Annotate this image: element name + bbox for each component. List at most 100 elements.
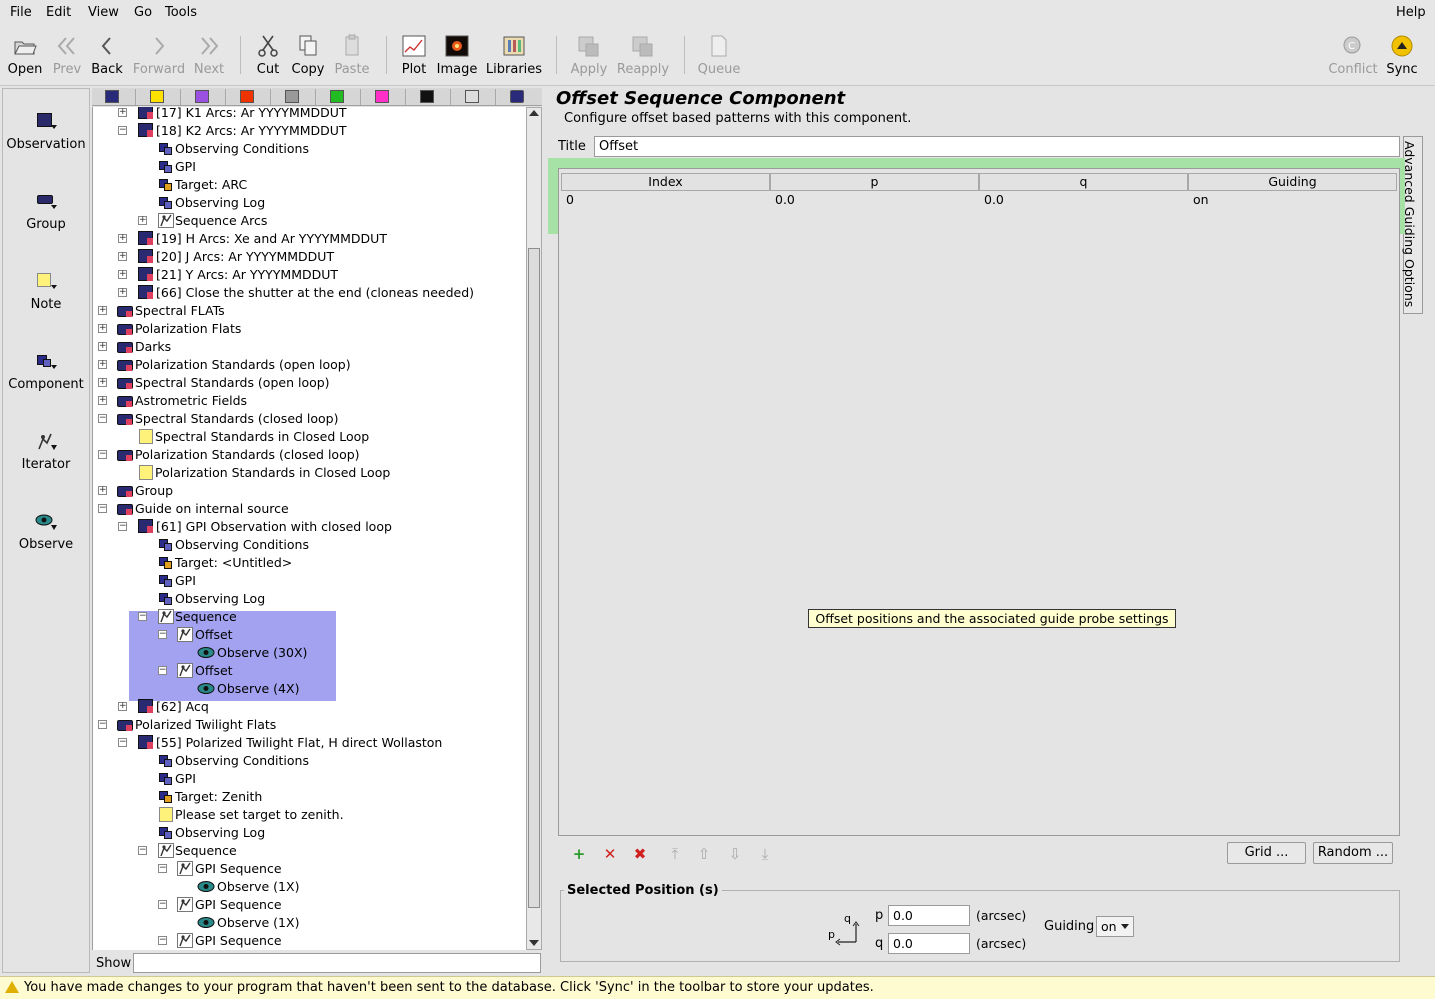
libraries-button[interactable]: Libraries xyxy=(484,26,544,84)
expand-icon[interactable]: + xyxy=(98,396,107,405)
expand-icon[interactable]: + xyxy=(98,306,107,315)
tree-node[interactable]: GPI xyxy=(93,770,523,788)
add-icon[interactable]: + xyxy=(571,846,587,862)
random-button[interactable]: Random ... xyxy=(1313,842,1393,864)
scroll-up-icon[interactable] xyxy=(529,110,539,116)
filter-gray-button[interactable] xyxy=(272,89,316,105)
tree-node[interactable]: + Spectral FLATs xyxy=(93,302,523,320)
tree-node[interactable]: Target: <Untitled> xyxy=(93,554,523,572)
expand-icon[interactable]: + xyxy=(118,252,127,261)
move-down-icon[interactable]: ⇩ xyxy=(727,846,743,862)
expand-icon[interactable]: + xyxy=(98,486,107,495)
palette-note[interactable]: Note xyxy=(3,271,89,312)
collapse-icon[interactable]: − xyxy=(158,630,167,639)
tree-node[interactable]: − Sequence xyxy=(93,842,523,860)
tree-node[interactable]: Observing Log xyxy=(93,194,523,212)
column-header-index[interactable]: Index xyxy=(561,173,770,191)
tree-node[interactable]: Observing Conditions xyxy=(93,140,523,158)
sync-button[interactable]: Sync xyxy=(1382,26,1422,84)
tree-node[interactable]: Observing Log xyxy=(93,590,523,608)
menu-edit[interactable]: Edit xyxy=(46,5,71,20)
forward-button[interactable]: Forward xyxy=(131,26,187,84)
collapse-icon[interactable]: − xyxy=(138,612,147,621)
tree-node[interactable]: + [19] H Arcs: Xe and Ar YYYYMMDDUT xyxy=(93,230,523,248)
tree-node[interactable]: − Spectral Standards (closed loop) xyxy=(93,410,523,428)
filter-purple-button[interactable] xyxy=(92,89,136,105)
collapse-icon[interactable]: − xyxy=(98,720,107,729)
tree-node[interactable]: + [66] Close the shutter at the end (clon… xyxy=(93,284,523,302)
tree-node[interactable]: − [55] Polarized Twilight Flat, H direct … xyxy=(93,734,523,752)
tree-node[interactable]: − Polarized Twilight Flats xyxy=(93,716,523,734)
tree-node[interactable]: Observing Log xyxy=(93,824,523,842)
open-button[interactable]: Open xyxy=(3,26,47,84)
filter-group-button[interactable] xyxy=(497,89,541,105)
back-button[interactable]: Back xyxy=(87,26,127,84)
collapse-icon[interactable]: − xyxy=(158,900,167,909)
tree-node[interactable]: − GPI Sequence xyxy=(93,860,523,878)
queue-button[interactable]: Queue xyxy=(694,26,744,84)
tree-node[interactable]: Observe (4X) xyxy=(93,680,523,698)
menu-view[interactable]: View xyxy=(88,5,119,20)
tree-node[interactable]: − Offset xyxy=(93,626,523,644)
tree-node[interactable]: Observing Conditions xyxy=(93,536,523,554)
tree-node[interactable]: − GPI Sequence xyxy=(93,896,523,914)
remove-icon[interactable]: ✕ xyxy=(602,846,618,862)
grid-button[interactable]: Grid ... xyxy=(1227,842,1306,864)
menu-file[interactable]: File xyxy=(10,5,32,20)
tree-node[interactable]: + Spectral Standards (open loop) xyxy=(93,374,523,392)
expand-icon[interactable]: + xyxy=(98,360,107,369)
collapse-icon[interactable]: − xyxy=(118,522,127,531)
expand-icon[interactable]: + xyxy=(118,270,127,279)
plot-button[interactable]: Plot xyxy=(394,26,434,84)
tree-node[interactable]: − [61] GPI Observation with closed loop xyxy=(93,518,523,536)
tree-node[interactable]: Observe (1X) xyxy=(93,878,523,896)
show-input[interactable] xyxy=(133,953,541,973)
palette-component[interactable]: Component xyxy=(3,351,89,392)
filter-magenta-button[interactable] xyxy=(362,89,406,105)
scrollbar-thumb[interactable] xyxy=(528,248,540,908)
tree-node[interactable]: + Polarization Flats xyxy=(93,320,523,338)
title-input[interactable]: Offset xyxy=(594,136,1400,157)
filter-red-button[interactable] xyxy=(227,89,271,105)
menu-tools[interactable]: Tools xyxy=(165,5,197,20)
tree-scrollbar[interactable] xyxy=(526,107,542,950)
tree-node[interactable]: − Guide on internal source xyxy=(93,500,523,518)
collapse-icon[interactable]: − xyxy=(118,738,127,747)
q-input[interactable]: 0.0 xyxy=(888,933,970,954)
filter-light-button[interactable] xyxy=(452,89,496,105)
expand-icon[interactable]: + xyxy=(118,234,127,243)
move-top-icon[interactable]: ⤒ xyxy=(667,846,683,862)
palette-group[interactable]: Group xyxy=(3,191,89,232)
menu-go[interactable]: Go xyxy=(134,5,152,20)
tree-node[interactable]: Please set target to zenith. xyxy=(93,806,523,824)
tree-node[interactable]: − Offset xyxy=(93,662,523,680)
tree-node[interactable]: + [17] K1 Arcs: Ar YYYYMMDDUT xyxy=(93,107,523,122)
filter-violet-button[interactable] xyxy=(182,89,226,105)
tree-node[interactable]: Spectral Standards in Closed Loop xyxy=(93,428,523,446)
expand-icon[interactable]: + xyxy=(118,108,127,117)
tree-node[interactable]: Target: ARC xyxy=(93,176,523,194)
filter-black-button[interactable] xyxy=(407,89,451,105)
collapse-icon[interactable]: − xyxy=(138,846,147,855)
expand-icon[interactable]: + xyxy=(98,342,107,351)
collapse-icon[interactable]: − xyxy=(98,504,107,513)
remove-all-icon[interactable]: ✖ xyxy=(632,846,648,862)
apply-button[interactable]: Apply xyxy=(566,26,612,84)
tree-node[interactable]: + [21] Y Arcs: Ar YYYYMMDDUT xyxy=(93,266,523,284)
collapse-icon[interactable]: − xyxy=(98,414,107,423)
tree-node[interactable]: − Sequence xyxy=(93,608,523,626)
filter-green-button[interactable] xyxy=(317,89,361,105)
menu-help[interactable]: Help xyxy=(1396,5,1426,20)
column-header-q[interactable]: q xyxy=(979,173,1188,191)
expand-icon[interactable]: + xyxy=(98,324,107,333)
tree-node[interactable]: + Astrometric Fields xyxy=(93,392,523,410)
tree-node[interactable]: Observing Conditions xyxy=(93,752,523,770)
palette-observe[interactable]: Observe xyxy=(3,511,89,552)
image-button[interactable]: Image xyxy=(434,26,480,84)
guiding-select[interactable]: on xyxy=(1096,916,1134,937)
p-input[interactable]: 0.0 xyxy=(888,905,970,926)
tree-node[interactable]: GPI xyxy=(93,158,523,176)
cut-button[interactable]: Cut xyxy=(248,26,288,84)
tree-node[interactable]: + Darks xyxy=(93,338,523,356)
collapse-icon[interactable]: − xyxy=(118,126,127,135)
